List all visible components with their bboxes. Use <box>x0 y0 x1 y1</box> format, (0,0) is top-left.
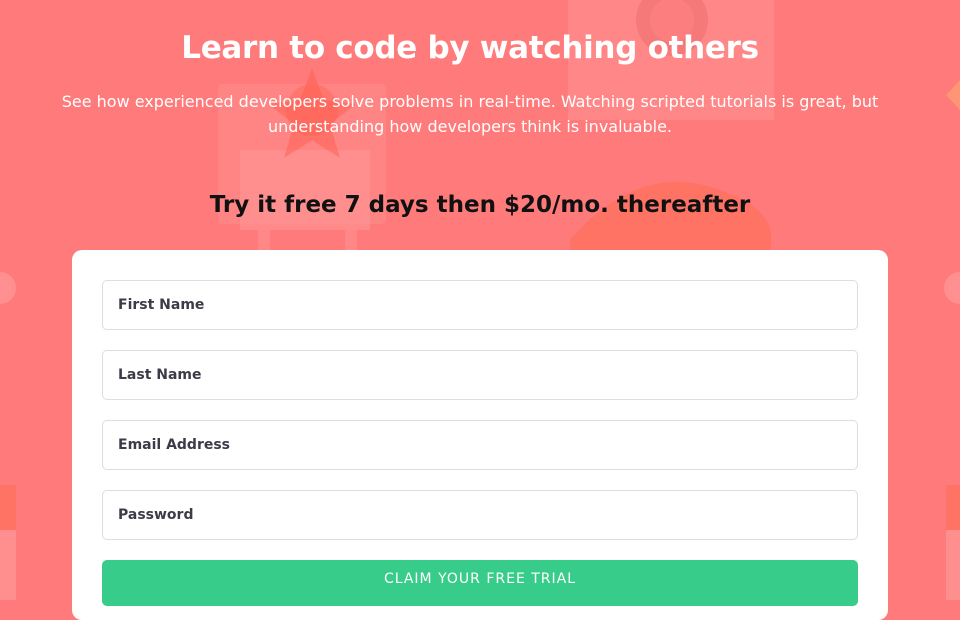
email-field[interactable] <box>102 420 858 470</box>
first-name-field[interactable] <box>102 280 858 330</box>
offer-banner: Try it free 7 days then $20/mo. thereaft… <box>209 192 751 218</box>
signup-form-card: CLAIM YOUR FREE TRIAL <box>72 250 888 620</box>
last-name-field[interactable] <box>102 350 858 400</box>
hero-title: Learn to code by watching others <box>181 30 759 66</box>
claim-free-trial-button[interactable]: CLAIM YOUR FREE TRIAL <box>102 560 858 606</box>
page-content: Learn to code by watching others See how… <box>0 0 960 620</box>
hero-subtitle: See how experienced developers solve pro… <box>61 92 879 136</box>
password-field[interactable] <box>102 490 858 540</box>
